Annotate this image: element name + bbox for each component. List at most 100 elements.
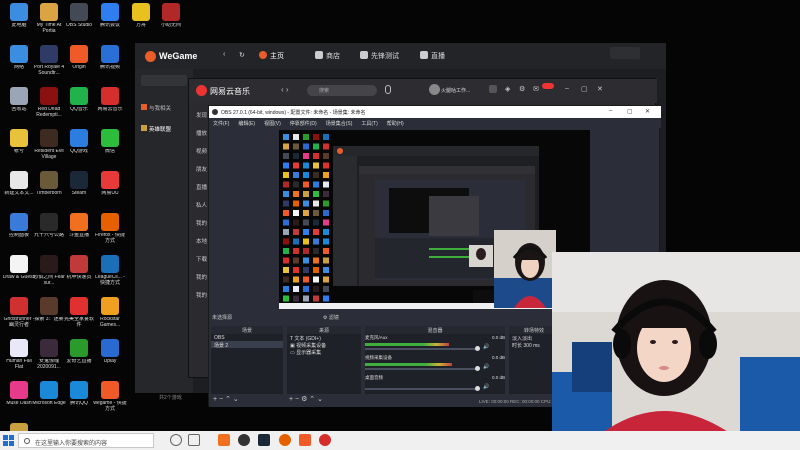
music-sidebar-item[interactable]: 本地 — [196, 237, 207, 245]
music-sidebar-item[interactable]: 直播 — [196, 183, 207, 191]
desktop-icon[interactable]: 完美全家宴软件 — [62, 297, 96, 337]
tab-home[interactable]: 主页 — [259, 51, 284, 61]
library-search-input[interactable] — [141, 75, 187, 86]
volume-slider-handle[interactable] — [475, 346, 480, 351]
skin-icon[interactable]: ◈ — [505, 85, 510, 93]
desktop-icon[interactable]: Microsoft Edge — [32, 381, 66, 421]
taskbar-app-icon[interactable] — [218, 434, 230, 446]
speaker-icon[interactable]: 🔊 — [483, 364, 489, 370]
taskbar-search-input[interactable]: 在这里输入你要搜索的内容 — [18, 433, 154, 448]
menu-item[interactable]: 帮助(H) — [387, 121, 404, 127]
desktop-icon[interactable]: Uplay — [93, 339, 127, 379]
netease-taskbar-icon[interactable] — [319, 434, 331, 446]
desktop-icon[interactable]: 恐惧之间 Fear sur... — [32, 255, 66, 295]
desktop-icon[interactable]: 微信 — [93, 129, 127, 169]
sidebar-item-all-games[interactable]: 与我相关 — [141, 104, 171, 112]
refresh-icon[interactable]: ↻ — [239, 51, 245, 59]
desktop-icon[interactable]: Origin — [62, 45, 96, 85]
desktop-icon[interactable]: Red Dead Redempti... — [32, 87, 66, 127]
list-item[interactable]: OBS — [211, 334, 283, 341]
speaker-icon[interactable]: 🔊 — [483, 344, 489, 350]
volume-slider[interactable] — [365, 368, 477, 370]
desktop-icon[interactable]: Resident Evil Village — [32, 129, 66, 169]
desktop-icon[interactable]: 回收站 — [2, 87, 36, 127]
desktop-icon[interactable]: 网络 — [2, 45, 36, 85]
desktop-icon[interactable]: 网易UU — [93, 171, 127, 211]
desktop-icon[interactable]: 腾讯会议 — [93, 3, 127, 43]
minimize-button[interactable]: – — [565, 85, 569, 92]
back-arrow-icon[interactable]: ‹ — [223, 51, 225, 58]
volume-slider-handle[interactable] — [475, 386, 480, 391]
desktop-icon[interactable]: Rockstar Games... — [93, 297, 127, 337]
menu-item[interactable]: 工具(T) — [361, 121, 377, 127]
desktop-icon[interactable]: 爱奇艺直播 — [62, 339, 96, 379]
cortana-icon[interactable] — [170, 434, 182, 446]
vip-icon[interactable] — [489, 85, 497, 93]
desktop-icon[interactable]: Steam — [62, 171, 96, 211]
wegame-taskbar-icon[interactable] — [299, 434, 311, 446]
desktop-icon[interactable]: 小助无间 — [154, 3, 188, 43]
list-item[interactable]: T 文本 (GDI+) — [287, 334, 361, 342]
maximize-button[interactable]: ▢ — [581, 85, 588, 93]
music-username[interactable]: 火腿咕工作... — [441, 87, 470, 94]
close-button[interactable]: ✕ — [645, 108, 650, 115]
volume-slider[interactable] — [365, 348, 477, 350]
close-button[interactable]: ✕ — [597, 85, 603, 93]
menu-item[interactable]: 文件(F) — [213, 121, 229, 127]
mail-icon[interactable]: ✉ — [533, 85, 539, 93]
music-sidebar-item[interactable]: 视频 — [196, 147, 207, 155]
minimize-button[interactable]: – — [609, 108, 612, 114]
desktop-icon[interactable]: 腾讯QQ — [62, 381, 96, 421]
volume-slider-handle[interactable] — [475, 366, 480, 371]
desktop-icon[interactable]: Human Fall Flat — [2, 339, 36, 379]
menu-item[interactable]: 编辑(E) — [238, 121, 255, 127]
desktop-icon[interactable]: 九十六号公路 — [32, 213, 66, 253]
desktop-icon[interactable]: QQ音乐 — [62, 87, 96, 127]
desktop-icon[interactable]: Port Royale 4 Soundtr... — [32, 45, 66, 85]
desktop-icon[interactable]: Ghostrunner - 幽灵行者 — [2, 297, 36, 337]
back-arrow-icon[interactable]: ‹ › — [281, 85, 289, 94]
music-sidebar-item[interactable]: 我的 — [196, 273, 207, 281]
obs-taskbar-icon[interactable] — [238, 434, 250, 446]
task-view-icon[interactable] — [188, 434, 200, 446]
music-sidebar-item[interactable]: 我的 — [196, 219, 207, 227]
music-sidebar-item[interactable]: 我的 — [196, 291, 207, 299]
tab-store[interactable]: 商店 — [315, 51, 340, 61]
music-sidebar-item[interactable]: 朋友 — [196, 165, 207, 173]
list-item[interactable]: ▣ 视频采集设备 — [287, 341, 361, 349]
tab-pioneer-test[interactable]: 先锋测试 — [360, 51, 399, 61]
desktop-icon[interactable]: 女鬼惊魂 2020091... — [32, 339, 66, 379]
desktop-icon[interactable]: 帐号 — [2, 129, 36, 169]
desktop-icon[interactable]: 探索 3：迷雾 — [32, 297, 66, 337]
desktop-icon[interactable]: OBS Studio — [62, 3, 96, 43]
tab-live[interactable]: 直播 — [420, 51, 445, 61]
desktop-icon[interactable]: Timberborn — [32, 171, 66, 211]
gear-icon[interactable]: ⚙ — [519, 85, 525, 93]
list-item[interactable]: 场景 2 — [211, 341, 283, 349]
music-sidebar-item[interactable]: 下载 — [196, 255, 207, 263]
maximize-button[interactable]: ▢ — [627, 108, 633, 115]
desktop-icon[interactable]: 控制面板 — [2, 213, 36, 253]
wegame-search-box[interactable] — [610, 47, 640, 59]
menu-item[interactable]: 视图(V) — [264, 121, 281, 127]
windows-start-icon[interactable] — [3, 435, 14, 446]
desktop-icon[interactable]: 网易云音乐 — [93, 87, 127, 127]
desktop-icon[interactable]: My Time At Portia — [32, 3, 66, 43]
menu-item[interactable]: 停靠部件(D) — [290, 121, 317, 127]
desktop-icon[interactable]: 斗鱼直播 — [62, 213, 96, 253]
filters-button[interactable]: ⚙ 滤镜 — [323, 314, 339, 321]
avatar[interactable] — [429, 84, 440, 95]
desktop-icon[interactable]: wegame - 快捷方式 — [93, 381, 127, 421]
desktop-icon[interactable]: QQ游戏 — [62, 129, 96, 169]
music-search-input[interactable]: 搜索 — [307, 85, 377, 96]
desktop-icon[interactable]: Firefox - 快捷方式 — [93, 213, 127, 253]
desktop-icon[interactable]: 此电脑 — [2, 3, 36, 43]
sidebar-item-lol[interactable]: 英雄联盟 — [141, 125, 171, 133]
desktop-icon[interactable]: 机甲快递员 — [62, 255, 96, 295]
desktop-icon[interactable]: 方舟 — [124, 3, 158, 43]
firefox-taskbar-icon[interactable] — [279, 434, 291, 446]
list-item[interactable]: ▭ 显示器采集 — [287, 348, 361, 356]
music-sidebar-item[interactable]: 播放 — [196, 129, 207, 137]
speaker-icon[interactable]: 🔊 — [483, 384, 489, 390]
desktop-icon[interactable]: Draw & Guess — [2, 255, 36, 295]
